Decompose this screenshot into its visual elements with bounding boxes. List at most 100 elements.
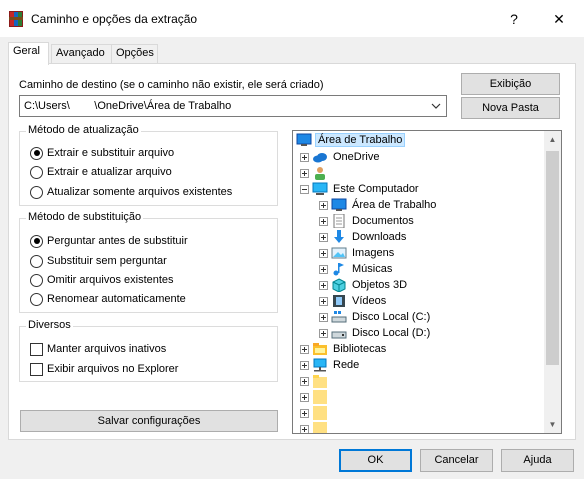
tree-item-documents[interactable]: Documentos [319, 213, 416, 229]
overwrite-option-skip[interactable]: Omitir arquivos existentes [30, 272, 174, 288]
checkbox[interactable] [30, 342, 43, 356]
checkbox[interactable] [30, 362, 43, 376]
tree-item-label: Área de Trabalho [352, 199, 437, 211]
radio-button[interactable] [30, 234, 43, 248]
tab-opcoes[interactable]: Opções [111, 44, 158, 64]
radio-button[interactable] [30, 292, 43, 306]
misc-option-label: Manter arquivos inativos [47, 343, 167, 355]
overwrite-option-without-asking[interactable]: Substituir sem perguntar [30, 253, 167, 269]
expand-icon[interactable] [300, 152, 309, 162]
tree-item-pictures[interactable]: Imagens [319, 245, 396, 261]
tree-item-videos[interactable]: Vídeos [319, 293, 388, 309]
update-method-title: Método de atualização [26, 124, 141, 136]
radio-button[interactable] [30, 273, 43, 287]
scrollbar-thumb[interactable] [546, 151, 559, 365]
misc-option-keep-broken[interactable]: Manter arquivos inativos [30, 341, 166, 357]
expand-icon[interactable] [319, 280, 328, 290]
tree-item-this-pc[interactable]: Este Computador [300, 181, 421, 197]
tree-item-label: Rede [333, 359, 360, 371]
tree-item-network[interactable]: Rede [300, 357, 361, 373]
tab-geral[interactable]: Geral [8, 42, 49, 65]
save-settings-button[interactable]: Salvar configurações [20, 410, 278, 432]
tree-item-folder[interactable] [300, 373, 335, 389]
overwrite-method-title: Método de substituição [26, 211, 144, 223]
ok-button[interactable]: OK [339, 449, 412, 472]
scroll-up-icon[interactable]: ▲ [544, 131, 561, 148]
tree-item-desktop-root[interactable]: Área de Trabalho [296, 132, 406, 148]
overwrite-method-group: Método de substituição Perguntar antes d… [19, 211, 278, 313]
expand-icon[interactable] [300, 392, 309, 402]
radio-button[interactable] [30, 185, 43, 199]
libraries-icon [313, 343, 327, 355]
collapse-icon[interactable] [300, 184, 309, 194]
folder-icon [313, 375, 327, 388]
tree-item-downloads[interactable]: Downloads [319, 229, 408, 245]
tree-item-label: Bibliotecas [333, 343, 387, 355]
tree-item-user[interactable] [300, 165, 335, 181]
folder-icon [313, 422, 327, 433]
desktop-icon [296, 133, 312, 146]
tree-item-3d-objects[interactable]: Objetos 3D [319, 277, 409, 293]
folder-tree[interactable]: Área de Trabalho OneDrive Este Computado… [292, 130, 562, 434]
misc-option-show-explorer[interactable]: Exibir arquivos no Explorer [30, 361, 178, 377]
destination-path-combo[interactable]: C:\Users\ \OneDrive\Área de Trabalho [19, 95, 447, 117]
radio-button[interactable] [30, 146, 43, 160]
expand-icon[interactable] [319, 296, 328, 306]
tree-item-music[interactable]: Músicas [319, 261, 394, 277]
radio-button[interactable] [30, 165, 43, 179]
network-icon [313, 358, 327, 372]
chevron-down-icon[interactable] [429, 99, 443, 113]
expand-icon[interactable] [319, 248, 328, 258]
expand-icon[interactable] [300, 408, 309, 418]
radio-button[interactable] [30, 254, 43, 268]
tree-item-folder[interactable] [300, 421, 335, 433]
overwrite-option-ask[interactable]: Perguntar antes de substituir [30, 233, 188, 249]
scroll-down-icon[interactable]: ▼ [544, 416, 561, 433]
expand-icon[interactable] [300, 424, 309, 433]
computer-icon [312, 182, 328, 195]
update-option-label: Extrair e atualizar arquivo [47, 166, 172, 178]
update-option-refresh-existing[interactable]: Atualizar somente arquivos existentes [30, 184, 232, 200]
overwrite-option-label: Omitir arquivos existentes [47, 274, 174, 286]
expand-icon[interactable] [319, 312, 328, 322]
update-option-extract-replace[interactable]: Extrair e substituir arquivo [30, 145, 174, 161]
tree-item-desktop[interactable]: Área de Trabalho [319, 197, 438, 213]
expand-icon[interactable] [300, 360, 309, 370]
tree-item-label: Downloads [352, 231, 407, 243]
display-button[interactable]: Exibição [461, 73, 560, 95]
tree-item-onedrive[interactable]: OneDrive [300, 149, 381, 165]
expand-icon[interactable] [300, 344, 309, 354]
tree-item-drive-c[interactable]: Disco Local (C:) [319, 309, 432, 325]
expand-icon[interactable] [300, 168, 309, 178]
tree-item-folder[interactable] [300, 405, 335, 421]
expand-icon[interactable] [319, 232, 328, 242]
downloads-icon [334, 230, 344, 243]
tree-item-folder[interactable] [300, 389, 335, 405]
tree-item-label: Disco Local (D:) [352, 327, 431, 339]
overwrite-option-label: Renomear automaticamente [47, 293, 186, 305]
tab-panel-geral: Caminho de destino (se o caminho não exi… [8, 63, 576, 440]
tree-scrollbar[interactable]: ▲ ▼ [544, 131, 561, 433]
expand-icon[interactable] [300, 376, 309, 386]
close-button[interactable]: ✕ [548, 8, 570, 30]
tree-item-drive-d[interactable]: Disco Local (D:) [319, 325, 432, 341]
desktop-icon [331, 198, 347, 211]
new-folder-button[interactable]: Nova Pasta [461, 97, 560, 119]
expand-icon[interactable] [319, 200, 328, 210]
help-title-button[interactable]: ? [503, 8, 525, 30]
update-option-extract-update[interactable]: Extrair e atualizar arquivo [30, 164, 172, 180]
tree-item-libraries[interactable]: Bibliotecas [300, 341, 388, 357]
cancel-button[interactable]: Cancelar [420, 449, 493, 472]
overwrite-option-rename[interactable]: Renomear automaticamente [30, 291, 186, 307]
update-method-group: Método de atualização Extrair e substitu… [19, 124, 278, 206]
videos-icon [333, 295, 345, 307]
misc-title: Diversos [26, 319, 73, 331]
documents-icon [333, 214, 345, 228]
tree-item-label: OneDrive [333, 151, 380, 163]
expand-icon[interactable] [319, 328, 328, 338]
help-button[interactable]: Ajuda [501, 449, 574, 472]
tab-avancado[interactable]: Avançado [51, 44, 112, 64]
expand-icon[interactable] [319, 216, 328, 226]
folder-icon [313, 390, 327, 404]
expand-icon[interactable] [319, 264, 328, 274]
